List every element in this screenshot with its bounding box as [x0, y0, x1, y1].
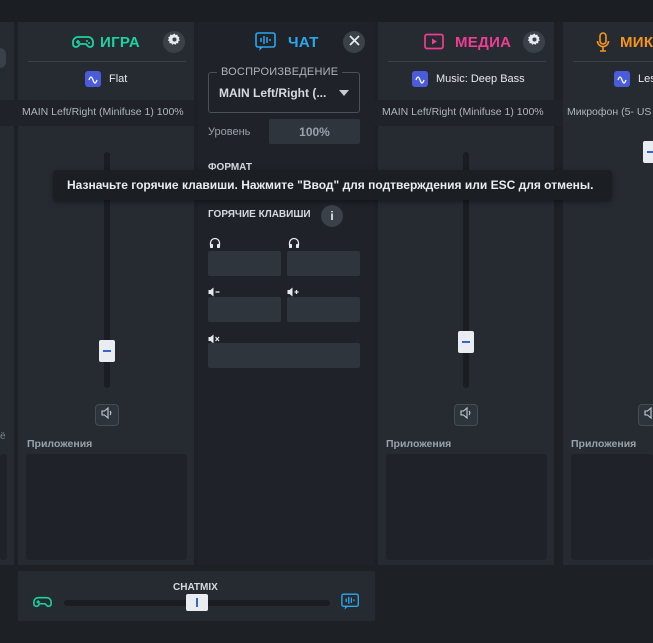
chat-level-label: Уровень	[208, 126, 251, 138]
media-preset-label: Music: Deep Bass	[436, 73, 525, 85]
microphone-icon	[596, 32, 610, 55]
chat-playback-value: MAIN Left/Right (...	[219, 86, 327, 100]
hotkey-field-volume-up[interactable]	[287, 297, 360, 322]
hotkeys-info-button[interactable]: i	[321, 205, 343, 227]
game-apps-label: Приложения	[27, 438, 93, 450]
chevron-down-icon	[339, 90, 349, 96]
game-title: ИГРА	[100, 34, 141, 51]
mic-title: МИК	[620, 34, 653, 51]
chat-waveform-icon	[255, 32, 277, 57]
media-title: МЕДИА	[455, 34, 512, 51]
close-icon	[348, 33, 360, 51]
mic-device-label: Микрофон (5- US	[567, 106, 652, 118]
game-volume-knob[interactable]	[99, 340, 115, 362]
chat-playback-legend: ВОСПРОИЗВЕДЕНИЕ	[217, 66, 343, 78]
gamepad-icon	[72, 33, 94, 56]
game-header-divider	[28, 61, 186, 62]
mic-header: МИК	[563, 31, 653, 55]
left-partial-button[interactable]	[0, 48, 6, 68]
hotkey-field-game-headphones[interactable]	[287, 251, 360, 276]
info-icon: i	[330, 209, 334, 223]
media-header-divider	[388, 61, 546, 62]
chatmix-knob[interactable]	[186, 594, 208, 611]
media-volume-knob[interactable]	[458, 331, 474, 353]
media-header: МЕДИА	[378, 31, 554, 55]
play-icon	[424, 33, 444, 56]
media-settings-button[interactable]	[523, 31, 545, 53]
game-device-label: MAIN Left/Right (Minifuse 1) 100%	[22, 106, 184, 118]
chat-header: ЧАТ	[198, 31, 374, 55]
game-settings-button[interactable]	[163, 31, 185, 53]
game-mute-button[interactable]	[95, 404, 119, 426]
media-mute-button[interactable]	[454, 404, 478, 426]
left-partial-char: ё	[0, 431, 6, 442]
gamepad-icon	[33, 594, 52, 615]
chat-hotkeys-label: ГОРЯЧИЕ КЛАВИШИ	[208, 209, 311, 220]
left-partial-apps-box	[0, 454, 7, 560]
media-preset[interactable]: Music: Deep Bass	[412, 71, 525, 87]
game-header: ИГРА	[18, 31, 194, 55]
eq-preset-icon	[412, 71, 428, 87]
hotkey-field-chat-headphones[interactable]	[208, 251, 281, 276]
mic-apps-box[interactable]	[571, 454, 653, 560]
speaker-icon	[460, 406, 472, 424]
hotkey-field-mute[interactable]	[208, 343, 360, 368]
media-apps-box[interactable]	[386, 454, 547, 560]
media-apps-label: Приложения	[386, 438, 452, 450]
speaker-icon	[644, 406, 653, 424]
mic-mute-button[interactable]	[638, 404, 653, 426]
hotkey-field-volume-down[interactable]	[208, 297, 281, 322]
eq-preset-icon	[614, 71, 630, 87]
mic-preset[interactable]: Les	[614, 71, 653, 87]
window-top-strip	[0, 0, 653, 22]
mic-apps-label: Приложения	[571, 438, 637, 450]
mic-header-divider	[573, 61, 653, 62]
mic-preset-label: Les	[638, 73, 653, 85]
media-device-label: MAIN Left/Right (Minifuse 1) 100%	[382, 106, 544, 118]
speaker-icon	[101, 406, 113, 424]
hotkeys-tooltip: Назначьте горячие клавиши. Нажмите "Ввод…	[53, 170, 612, 200]
game-apps-box[interactable]	[26, 454, 187, 560]
chat-level-value: 100%	[299, 124, 330, 139]
chat-waveform-icon	[341, 593, 360, 616]
game-preset-label: Flat	[109, 73, 128, 85]
gear-icon	[527, 33, 541, 51]
chat-level-field[interactable]: 100%	[269, 119, 360, 144]
chatmix-label: CHATMIX	[173, 582, 218, 593]
gear-icon	[167, 33, 181, 51]
chat-title: ЧАТ	[288, 34, 319, 51]
chat-close-button[interactable]	[343, 31, 365, 53]
mic-volume-knob[interactable]	[643, 141, 653, 163]
eq-preset-icon	[85, 71, 101, 87]
game-preset[interactable]: Flat	[85, 71, 127, 87]
